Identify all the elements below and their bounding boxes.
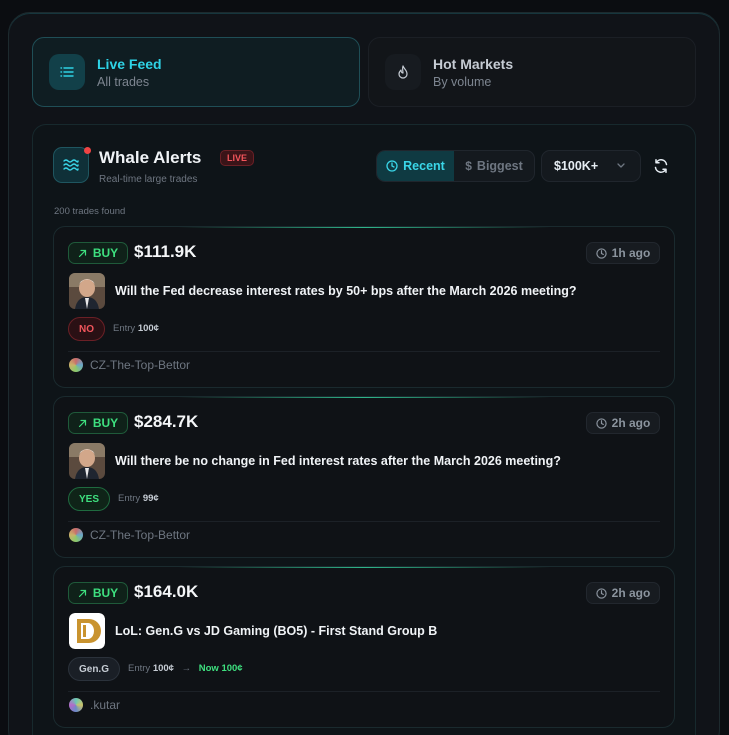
buy-badge: BUY (68, 582, 128, 604)
arrow-up-right-icon (78, 419, 86, 427)
chevron-down-icon (617, 163, 625, 168)
buy-badge: BUY (68, 242, 128, 264)
entry-price: Entry 99¢ (118, 493, 159, 504)
flame-icon (385, 54, 421, 90)
trade-card[interactable]: BUY $164.0K 2h ago LoL: Gen.G vs JD Gami… (53, 566, 675, 728)
divider (68, 691, 660, 692)
entry-price: Entry 100¢ (113, 323, 159, 334)
list-icon (49, 54, 85, 90)
tab-live-feed-subtitle: All trades (97, 74, 150, 89)
trade-amount: $284.7K (134, 412, 199, 431)
entry-label: Entry (113, 323, 136, 334)
buy-label: BUY (92, 416, 119, 430)
entry-value: 100¢ (137, 323, 159, 334)
refresh-icon[interactable] (650, 155, 672, 177)
sort-recent-button[interactable]: Recent (377, 151, 455, 181)
trade-amount: $164.0K (134, 582, 199, 601)
entry-label: Entry (128, 663, 151, 674)
clock-icon (595, 587, 607, 599)
tab-hot-markets[interactable]: Hot Markets By volume (368, 37, 696, 107)
arrow-up-right-icon (78, 249, 86, 257)
dollar-icon: $ (465, 159, 472, 173)
outcome-badge: NO (68, 317, 105, 341)
user-name[interactable]: CZ-The-Top-Bettor (90, 528, 190, 542)
user-avatar (69, 528, 83, 542)
tab-hot-markets-subtitle: By volume (433, 74, 492, 89)
sort-biggest-button[interactable]: $ Biggest (454, 151, 534, 181)
divider (68, 351, 660, 352)
user-avatar (69, 698, 83, 712)
sort-biggest-label: Biggest (476, 159, 523, 173)
clock-icon (595, 247, 607, 259)
sort-recent-label: Recent (403, 159, 445, 173)
user-avatar (69, 358, 83, 372)
trade-card[interactable]: BUY $111.9K 1h ago Will the Fed decrease… (53, 226, 675, 388)
whale-alerts-title: Whale Alerts (99, 148, 202, 167)
market-question[interactable]: Will there be no change in Fed interest … (115, 454, 561, 468)
tab-live-feed-title: Live Feed (97, 55, 162, 72)
user-name[interactable]: .kutar (90, 698, 120, 712)
entry-value: 99¢ (142, 493, 159, 504)
clock-icon (595, 417, 607, 429)
tab-live-feed[interactable]: Live Feed All trades (32, 37, 360, 107)
trade-time: 1h ago (586, 242, 660, 264)
trade-amount: $111.9K (134, 242, 197, 261)
trade-time: 2h ago (586, 582, 660, 604)
min-amount-select[interactable]: $100K+ (541, 150, 641, 182)
min-amount-value: $100K+ (554, 159, 599, 173)
market-question[interactable]: LoL: Gen.G vs JD Gaming (BO5) - First St… (115, 624, 437, 638)
live-badge: LIVE (220, 150, 255, 166)
market-thumbnail (69, 273, 105, 309)
entry-price: Entry 100¢ → Now 100¢ (128, 663, 243, 674)
market-question[interactable]: Will the Fed decrease interest rates by … (115, 284, 577, 298)
trade-time: 2h ago (586, 412, 660, 434)
buy-label: BUY (92, 246, 119, 260)
buy-badge: BUY (68, 412, 128, 434)
market-thumbnail (69, 613, 105, 649)
trade-count: 200 trades found (54, 206, 126, 217)
buy-label: BUY (92, 586, 119, 600)
arrow-right-icon: → (181, 663, 192, 674)
trade-time-label: 1h ago (611, 246, 651, 260)
trade-time-label: 2h ago (611, 416, 651, 430)
outcome-badge: Gen.G (68, 657, 120, 681)
whale-alerts-subtitle: Real-time large trades (99, 174, 198, 185)
entry-label: Entry (118, 493, 141, 504)
outcome-badge: YES (68, 487, 110, 511)
trade-card[interactable]: BUY $284.7K 2h ago Will there be no chan… (53, 396, 675, 558)
user-name[interactable]: CZ-The-Top-Bettor (90, 358, 190, 372)
divider (68, 521, 660, 522)
clock-icon (386, 160, 398, 172)
live-dot (84, 147, 91, 154)
arrow-up-right-icon (78, 589, 86, 597)
entry-value: 100¢ (152, 663, 174, 674)
market-thumbnail (69, 443, 105, 479)
tab-hot-markets-title: Hot Markets (433, 55, 514, 72)
sort-toggle: Recent $ Biggest (376, 150, 535, 182)
trade-time-label: 2h ago (611, 586, 651, 600)
current-price: Now 100¢ (198, 663, 243, 674)
